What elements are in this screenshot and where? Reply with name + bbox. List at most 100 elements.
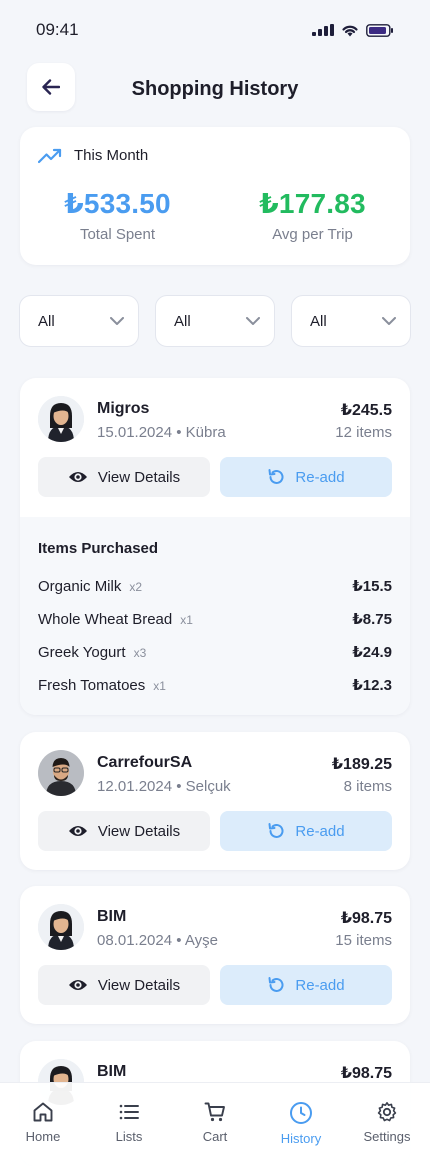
chevron-down-icon	[110, 317, 124, 325]
rotate-ccw-icon	[268, 823, 284, 838]
list-item: Whole Wheat Bread x1 ₺8.75	[38, 610, 392, 629]
re-add-label: Re-add	[295, 822, 345, 840]
trip-item-count: 12 items	[335, 424, 392, 441]
signal-icon	[312, 24, 334, 36]
filter-value: All	[310, 312, 327, 330]
nav-label: Lists	[115, 1129, 143, 1144]
trip-card: CarrefourSA 12.01.2024 • Selçuk ₺189.25 …	[20, 732, 410, 870]
arrow-left-icon	[42, 79, 60, 95]
item-price: ₺8.75	[352, 611, 392, 628]
eye-icon	[68, 472, 87, 482]
eye-icon	[68, 826, 87, 836]
view-details-button[interactable]: View Details	[38, 965, 210, 1005]
battery-icon	[366, 23, 393, 37]
trip-actions: View Details Re-add	[38, 811, 392, 851]
nav-item-cart[interactable]: Cart	[172, 1101, 258, 1166]
trip-meta: 15.01.2024 • Kübra	[97, 424, 226, 441]
avg-per-trip-stat: ₺177.83 Avg per Trip	[215, 187, 410, 243]
eye-icon	[68, 980, 87, 990]
home-icon	[33, 1102, 53, 1122]
trip-amount: ₺189.25	[331, 756, 392, 773]
item-quantity: x2	[129, 580, 143, 594]
header: Shopping History	[0, 60, 430, 118]
trip-item-count: 8 items	[343, 778, 392, 795]
trip-header: Migros 15.01.2024 • Kübra ₺245.5 12 item…	[20, 378, 410, 456]
trip-actions: View Details Re-add	[38, 457, 392, 497]
re-add-button[interactable]: Re-add	[220, 965, 392, 1005]
clock-icon	[290, 1102, 312, 1124]
status-time: 09:41	[36, 20, 79, 39]
filter-dropdown-1[interactable]: All	[19, 295, 139, 347]
trip-header: BIM 08.01.2024 • Ayşe ₺98.75 15 items	[20, 886, 410, 964]
rotate-ccw-icon	[268, 469, 284, 484]
nav-item-settings[interactable]: Settings	[344, 1101, 430, 1166]
view-details-label: View Details	[97, 468, 181, 486]
woman-avatar	[38, 396, 84, 442]
wifi-icon	[342, 25, 358, 36]
total-spent-label: Total Spent	[79, 226, 156, 243]
item-name: Organic Milk	[38, 578, 122, 595]
item-name: Fresh Tomatoes	[38, 677, 146, 694]
view-details-label: View Details	[97, 822, 181, 840]
filter-dropdown-3[interactable]: All	[291, 295, 411, 347]
re-add-button[interactable]: Re-add	[220, 457, 392, 497]
item-quantity: x1	[180, 613, 193, 627]
trip-amount: ₺98.75	[340, 1065, 392, 1082]
rotate-ccw-icon	[268, 977, 284, 992]
nav-label: Cart	[202, 1129, 228, 1144]
item-name: Greek Yogurt	[38, 644, 126, 661]
nav-label: Home	[25, 1129, 61, 1144]
item-quantity: x1	[153, 679, 166, 693]
store-name: Migros	[97, 400, 150, 417]
trip-amount: ₺245.5	[340, 402, 392, 419]
total-spent-stat: ₺533.50 Total Spent	[20, 187, 215, 243]
nav-label: History	[280, 1131, 322, 1146]
nav-item-home[interactable]: Home	[0, 1101, 86, 1166]
trip-item-count: 15 items	[335, 932, 392, 949]
list-item: Fresh Tomatoes x1 ₺12.3	[38, 676, 392, 695]
re-add-label: Re-add	[295, 468, 345, 486]
woman-avatar	[38, 904, 84, 950]
status-bar: 09:41	[0, 0, 430, 60]
item-price: ₺15.5	[352, 578, 392, 595]
monthly-summary-card: This Month ₺533.50 Total Spent ₺177.83 A…	[20, 127, 410, 265]
trip-card: Migros 15.01.2024 • Kübra ₺245.5 12 item…	[20, 378, 410, 715]
trip-amount: ₺98.75	[340, 910, 392, 927]
trip-card: BIM 08.01.2024 • Ayşe ₺98.75 15 items Vi…	[20, 886, 410, 1024]
back-button[interactable]	[27, 63, 75, 111]
view-details-label: View Details	[97, 976, 181, 994]
list-icon	[119, 1104, 139, 1120]
items-purchased-panel: Items Purchased Organic Milk x2 ₺15.5 Who…	[20, 517, 410, 715]
gear-icon	[377, 1102, 397, 1122]
store-name: BIM	[97, 908, 127, 925]
man-avatar-image	[38, 750, 84, 796]
re-add-button[interactable]: Re-add	[220, 811, 392, 851]
re-add-label: Re-add	[295, 976, 345, 994]
cart-icon	[204, 1102, 225, 1122]
item-price: ₺12.3	[352, 677, 392, 694]
view-details-button[interactable]: View Details	[38, 811, 210, 851]
filter-value: All	[38, 312, 55, 330]
woman-avatar-image	[38, 396, 84, 442]
list-item: Organic Milk x2 ₺15.5	[38, 577, 392, 596]
filter-dropdown-2[interactable]: All	[155, 295, 275, 347]
items-purchased-title: Items Purchased	[38, 540, 159, 557]
avg-per-trip-label: Avg per Trip	[272, 226, 353, 243]
trip-actions: View Details Re-add	[38, 965, 392, 1005]
store-name: BIM	[97, 1063, 127, 1080]
avg-per-trip-value: ₺177.83	[259, 188, 366, 219]
chevron-down-icon	[246, 317, 260, 325]
trip-meta: 12.01.2024 • Selçuk	[97, 778, 231, 795]
item-price: ₺24.9	[352, 644, 392, 661]
store-name: CarrefourSA	[97, 754, 193, 771]
status-icons	[312, 23, 394, 37]
summary-header: This Month	[38, 147, 148, 164]
view-details-button[interactable]: View Details	[38, 457, 210, 497]
nav-label: Settings	[363, 1129, 411, 1144]
list-item: Greek Yogurt x3 ₺24.9	[38, 643, 392, 662]
nav-item-history[interactable]: History	[258, 1101, 344, 1166]
nav-item-lists[interactable]: Lists	[86, 1101, 172, 1166]
man-avatar	[38, 750, 84, 796]
trip-meta: 08.01.2024 • Ayşe	[97, 932, 218, 949]
woman-avatar-image	[38, 904, 84, 950]
